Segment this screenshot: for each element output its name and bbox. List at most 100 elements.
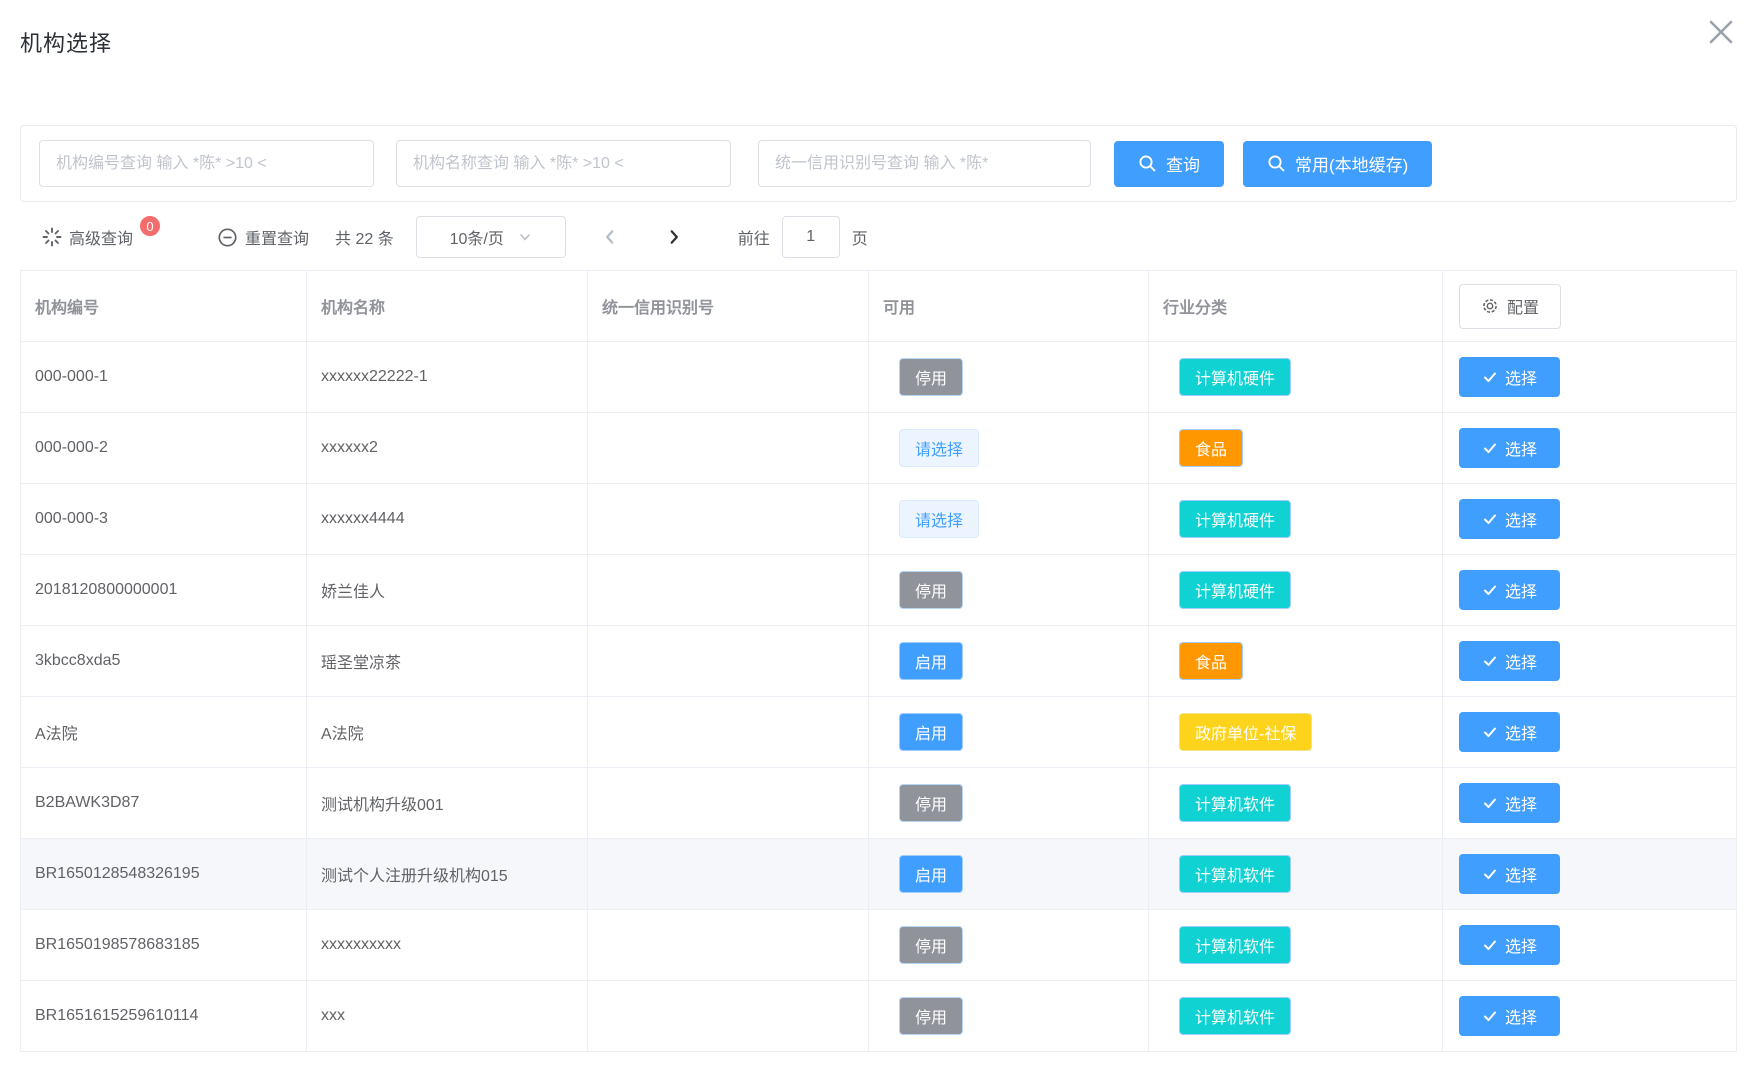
- industry-cell: 政府单位-社保: [1149, 697, 1443, 768]
- industry-cell: 计算机硬件: [1149, 555, 1443, 626]
- industry-cell: 食品: [1149, 413, 1443, 484]
- org-name-cell: xxxxxx4444: [307, 484, 588, 555]
- credit-code-cell: [588, 768, 869, 839]
- credit-code-cell: [588, 555, 869, 626]
- next-page-button[interactable]: [656, 219, 692, 255]
- config-button[interactable]: 配置: [1459, 284, 1561, 329]
- config-button-label: 配置: [1507, 294, 1539, 318]
- status-badge[interactable]: 停用: [899, 997, 963, 1035]
- select-cell: 选择: [1443, 697, 1737, 768]
- status-badge[interactable]: 启用: [899, 713, 963, 751]
- advanced-query-button[interactable]: 高级查询 0: [42, 225, 159, 249]
- org-name-cell: 娇兰佳人: [307, 555, 588, 626]
- select-button-label: 选择: [1505, 365, 1537, 389]
- org-code-cell: 3kbcc8xda5: [21, 626, 307, 697]
- select-button-label: 选择: [1505, 578, 1537, 602]
- column-header-credit: 统一信用识别号: [588, 271, 869, 342]
- status-cell: 启用: [869, 626, 1149, 697]
- org-code-search-input[interactable]: [39, 140, 374, 187]
- org-name-cell: xxx: [307, 981, 588, 1052]
- credit-code-cell: [588, 910, 869, 981]
- close-icon: [1702, 13, 1740, 51]
- goto-unit: 页: [852, 225, 868, 249]
- advanced-query-badge: 0: [139, 215, 161, 237]
- select-button[interactable]: 选择: [1459, 499, 1560, 539]
- advanced-query-label: 高级查询: [69, 225, 133, 249]
- modal-title: 机构选择: [20, 26, 1737, 58]
- org-code-cell: BR1650128548326195: [21, 839, 307, 910]
- industry-cell: 计算机软件: [1149, 981, 1443, 1052]
- status-badge[interactable]: 请选择: [899, 429, 979, 467]
- advanced-query-icon: [42, 227, 62, 247]
- chevron-down-icon: [518, 230, 532, 244]
- page-size-select[interactable]: 10条/页: [416, 216, 566, 258]
- select-button[interactable]: 选择: [1459, 357, 1560, 397]
- industry-badge: 食品: [1179, 429, 1243, 467]
- select-button[interactable]: 选择: [1459, 996, 1560, 1036]
- status-badge[interactable]: 启用: [899, 855, 963, 893]
- reset-query-button[interactable]: 重置查询: [217, 225, 309, 249]
- select-button[interactable]: 选择: [1459, 428, 1560, 468]
- select-button[interactable]: 选择: [1459, 570, 1560, 610]
- status-cell: 启用: [869, 697, 1149, 768]
- close-button[interactable]: [1699, 10, 1743, 54]
- column-header-industry: 行业分类: [1149, 271, 1443, 342]
- select-button[interactable]: 选择: [1459, 854, 1560, 894]
- select-button-label: 选择: [1505, 507, 1537, 531]
- check-icon: [1482, 653, 1498, 669]
- modal-header: 机构选择: [0, 0, 1757, 58]
- column-header-status: 可用: [869, 271, 1149, 342]
- industry-badge: 食品: [1179, 642, 1243, 680]
- prev-page-button[interactable]: [592, 219, 628, 255]
- credit-code-cell: [588, 342, 869, 413]
- org-name-cell: 测试机构升级001: [307, 768, 588, 839]
- industry-cell: 计算机硬件: [1149, 484, 1443, 555]
- select-cell: 选择: [1443, 342, 1737, 413]
- status-badge[interactable]: 启用: [899, 642, 963, 680]
- select-button[interactable]: 选择: [1459, 783, 1560, 823]
- select-button-label: 选择: [1505, 933, 1537, 957]
- column-header-code: 机构编号: [21, 271, 307, 342]
- select-cell: 选择: [1443, 839, 1737, 910]
- select-button[interactable]: 选择: [1459, 641, 1560, 681]
- select-cell: 选择: [1443, 555, 1737, 626]
- credit-code-cell: [588, 697, 869, 768]
- toolbar: 高级查询 0 重置查询 共 22 条 10条/页: [20, 216, 1737, 258]
- credit-code-cell: [588, 484, 869, 555]
- gear-icon: [1481, 297, 1499, 315]
- org-name-search-input[interactable]: [396, 140, 731, 187]
- org-name-cell: xxxxxxxxxx: [307, 910, 588, 981]
- status-cell: 停用: [869, 555, 1149, 626]
- search-icon: [1138, 154, 1157, 173]
- common-cache-button[interactable]: 常用(本地缓存): [1243, 141, 1432, 187]
- credit-code-cell: [588, 413, 869, 484]
- select-cell: 选择: [1443, 626, 1737, 697]
- status-badge[interactable]: 请选择: [899, 500, 979, 538]
- table-row: 000-000-1 xxxxxx22222-1 停用 计算机硬件 选择: [21, 342, 1737, 413]
- select-button-label: 选择: [1505, 791, 1537, 815]
- industry-cell: 计算机软件: [1149, 768, 1443, 839]
- credit-code-search-input[interactable]: [758, 140, 1091, 187]
- status-badge[interactable]: 停用: [899, 571, 963, 609]
- select-button[interactable]: 选择: [1459, 925, 1560, 965]
- industry-badge: 计算机硬件: [1179, 571, 1291, 609]
- org-code-cell: BR1650198578683185: [21, 910, 307, 981]
- industry-badge: 计算机硬件: [1179, 358, 1291, 396]
- status-badge[interactable]: 停用: [899, 926, 963, 964]
- org-code-cell: 000-000-3: [21, 484, 307, 555]
- select-button[interactable]: 选择: [1459, 712, 1560, 752]
- credit-code-cell: [588, 626, 869, 697]
- goto-page-input[interactable]: [782, 216, 840, 258]
- check-icon: [1482, 1008, 1498, 1024]
- org-name-cell: A法院: [307, 697, 588, 768]
- org-code-cell: 000-000-1: [21, 342, 307, 413]
- table-row: A法院 A法院 启用 政府单位-社保 选择: [21, 697, 1737, 768]
- status-badge[interactable]: 停用: [899, 784, 963, 822]
- query-button[interactable]: 查询: [1114, 141, 1224, 187]
- column-header-name: 机构名称: [307, 271, 588, 342]
- check-icon: [1482, 369, 1498, 385]
- select-button-label: 选择: [1505, 436, 1537, 460]
- check-icon: [1482, 795, 1498, 811]
- table-row: BR1650128548326195 测试个人注册升级机构015 启用 计算机软…: [21, 839, 1737, 910]
- status-badge[interactable]: 停用: [899, 358, 963, 396]
